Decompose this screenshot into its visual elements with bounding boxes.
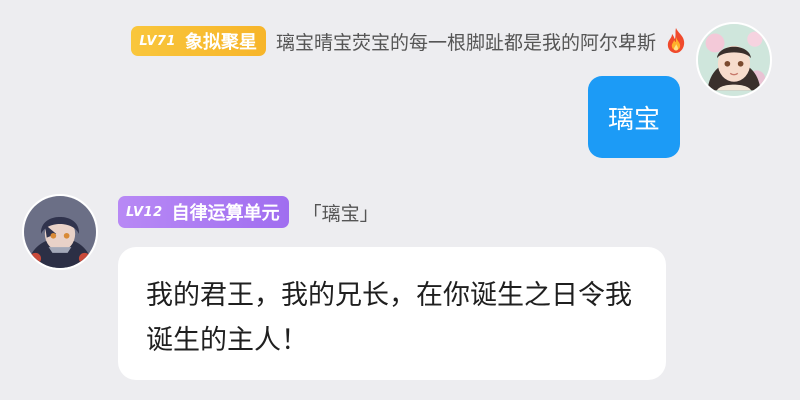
message-bubble-self[interactable]: 璃宝 — [587, 76, 680, 158]
other-header: LV12 自律运算单元 「璃宝」 — [118, 196, 379, 228]
message-text: 璃宝 — [607, 104, 660, 135]
avatar-image — [24, 196, 96, 268]
self-header: LV71 象拟聚星 璃宝晴宝荧宝的每一根脚趾都是我的阿尔卑斯 — [131, 24, 688, 58]
badge-level: LV12 — [126, 204, 163, 220]
message-text: 我的君王，我的兄长，在你诞生之日令我诞生的主人！ — [146, 280, 632, 356]
sender-name[interactable]: 璃宝晴宝荧宝的每一根脚趾都是我的阿尔卑斯 — [276, 28, 656, 55]
badge-level: LV71 — [139, 33, 176, 49]
level-badge[interactable]: LV12 自律运算单元 — [118, 196, 289, 228]
level-badge[interactable]: LV71 象拟聚星 — [131, 26, 266, 56]
avatar[interactable] — [22, 194, 98, 270]
message-bubble-other[interactable]: 我的君王，我的兄长，在你诞生之日令我诞生的主人！ — [118, 247, 666, 380]
avatar-image — [698, 24, 770, 96]
fire-icon — [667, 28, 685, 53]
sender-name[interactable]: 「璃宝」 — [303, 199, 379, 226]
message-self: LV71 象拟聚星 璃宝晴宝荧宝的每一根脚趾都是我的阿尔卑斯 璃宝 — [0, 0, 800, 175]
avatar[interactable] — [696, 22, 772, 98]
badge-title: 自律运算单元 — [171, 203, 280, 224]
badge-title: 象拟聚星 — [184, 32, 257, 53]
